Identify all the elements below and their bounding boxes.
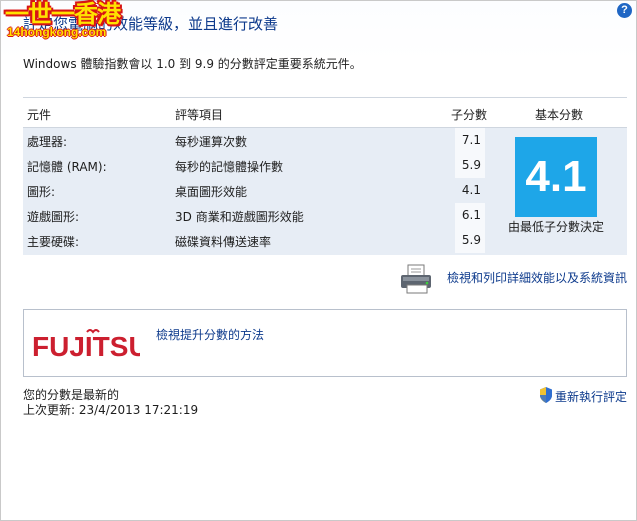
row-component: 圖形: <box>27 185 56 199</box>
status-current: 您的分數是最新的 <box>23 388 120 402</box>
wei-window: 評定您電腦的效能等級，並且進行改善 ? Windows 體驗指數會以 1.0 到… <box>0 0 637 521</box>
row-subscore: 6.1 <box>455 203 485 228</box>
table-row: 主要硬碟: 磁碟資料傳送速率 5.9 <box>23 228 485 253</box>
row-rating: 每秒的記憶體操作數 <box>175 160 284 174</box>
page-title: 評定您電腦的效能等級，並且進行改善 <box>23 15 279 33</box>
oem-panel: FUJITSU 檢視提升分數的方法 <box>23 309 627 377</box>
header-subscore: 子分數 <box>451 108 488 122</box>
rerun-label: 重新執行評定 <box>555 390 628 404</box>
table-row: 圖形: 桌面圖形效能 4.1 <box>23 178 485 203</box>
help-icon[interactable]: ? <box>617 3 632 18</box>
header-component: 元件 <box>27 108 52 122</box>
shield-icon <box>540 387 552 403</box>
row-rating: 每秒運算次數 <box>175 135 248 149</box>
base-score-tile: 4.1 <box>515 137 597 217</box>
header-base-score: 基本分數 <box>535 108 584 122</box>
row-subscore: 7.1 <box>455 128 485 153</box>
row-subscore: 4.1 <box>455 178 485 203</box>
base-score-caption: 由最低子分數決定 <box>507 220 604 234</box>
svg-text:FUJITSU: FUJITSU <box>32 331 140 362</box>
row-rating: 3D 商業和遊戲圖形效能 <box>175 210 304 224</box>
fujitsu-logo: FUJITSU <box>32 329 140 362</box>
score-rows: 處理器: 每秒運算次數 7.1 記憶體 (RAM): 每秒的記憶體操作數 5.9… <box>23 128 485 255</box>
row-subscore: 5.9 <box>455 153 485 178</box>
base-score-area: 4.1 由最低子分數決定 <box>485 128 627 255</box>
row-component: 記憶體 (RAM): <box>27 160 107 174</box>
row-component: 遊戲圖形: <box>27 210 80 224</box>
intro-text: Windows 體驗指數會以 1.0 到 9.9 的分數評定重要系統元件。 <box>23 57 362 71</box>
score-table: 元件 評等項目 子分數 基本分數 處理器: 每秒運算次數 7.1 記憶體 (RA… <box>23 97 627 255</box>
table-header: 元件 評等項目 子分數 基本分數 <box>23 98 627 128</box>
header-rating: 評等項目 <box>175 108 224 122</box>
table-row: 處理器: 每秒運算次數 7.1 <box>23 128 485 153</box>
row-component: 主要硬碟: <box>27 235 80 249</box>
status-last-update: 上次更新: 23/4/2013 17:21:19 <box>23 403 199 417</box>
row-component: 處理器: <box>27 135 68 149</box>
row-rating: 磁碟資料傳送速率 <box>175 235 272 249</box>
status-block: 您的分數是最新的 上次更新: 23/4/2013 17:21:19 <box>23 388 198 418</box>
table-row: 記憶體 (RAM): 每秒的記憶體操作數 5.9 <box>23 153 485 178</box>
print-details-label: 檢視和列印詳細效能以及系統資訊 <box>447 271 628 285</box>
row-subscore: 5.9 <box>455 228 485 253</box>
row-rating: 桌面圖形效能 <box>175 185 248 199</box>
table-row: 遊戲圖形: 3D 商業和遊戲圖形效能 6.1 <box>23 203 485 228</box>
print-details-link[interactable]: 檢視和列印詳細效能以及系統資訊 <box>399 263 629 297</box>
printer-icon <box>401 264 431 294</box>
improve-score-link[interactable]: 檢視提升分數的方法 <box>156 326 264 343</box>
